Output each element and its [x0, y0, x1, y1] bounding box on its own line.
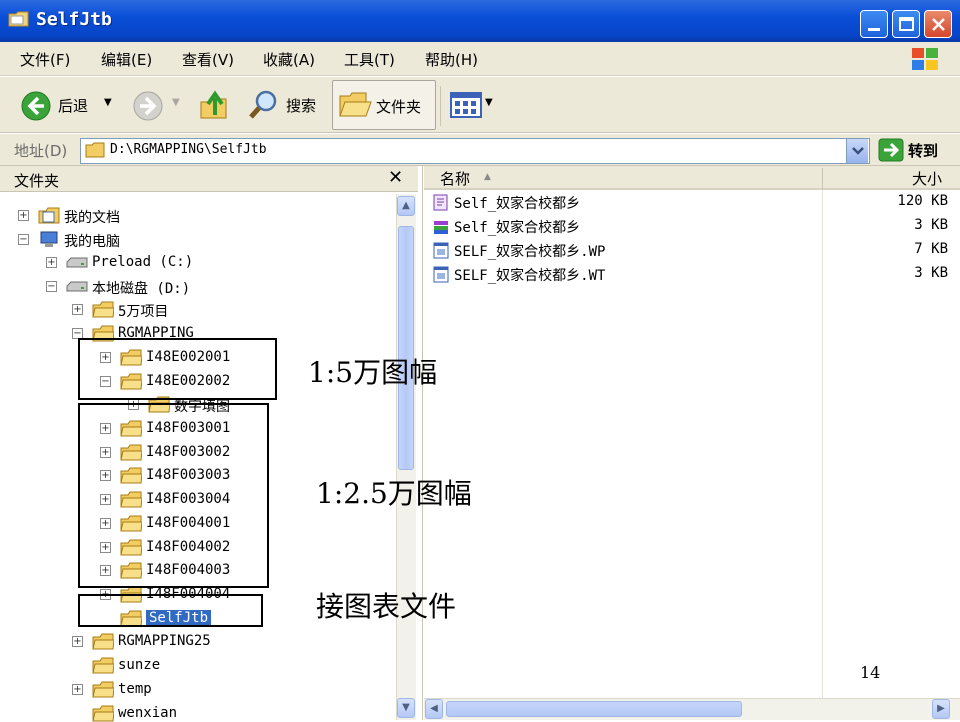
- folders-label: 文件夹: [376, 98, 422, 116]
- collapse-icon[interactable]: −: [46, 281, 57, 292]
- search-button[interactable]: 搜索: [286, 95, 316, 116]
- drive-icon: [66, 257, 88, 268]
- expand-icon[interactable]: +: [46, 257, 57, 268]
- menu-edit[interactable]: 编辑(E): [101, 49, 152, 70]
- file-scroll-thumb[interactable]: [446, 701, 742, 717]
- menu-favorites[interactable]: 收藏(A): [263, 49, 315, 70]
- expand-icon[interactable]: +: [72, 636, 83, 647]
- tree-item-label: wenxian: [118, 705, 178, 721]
- folder-icon: [85, 142, 105, 158]
- collapse-icon[interactable]: −: [18, 234, 29, 245]
- address-value: D:\RGMAPPING\SelfJtb: [110, 142, 267, 157]
- sheet-50k-box: [78, 338, 277, 400]
- folders-icon: [339, 92, 372, 117]
- title-bar[interactable]: [0, 0, 960, 42]
- annotation-index-files: 接图表文件: [316, 590, 457, 623]
- address-label: 地址(D): [14, 142, 68, 160]
- expand-icon[interactable]: +: [72, 304, 83, 315]
- file-size: 3 KB: [914, 217, 948, 233]
- menu-view[interactable]: 查看(V): [182, 49, 234, 70]
- my-documents-icon: [38, 207, 60, 224]
- tree-item-label: 5万项目: [118, 304, 169, 320]
- views-dropdown-icon[interactable]: ▼: [485, 97, 493, 108]
- file-name: Self_奴家合校都乡: [454, 196, 581, 212]
- column-divider[interactable]: [822, 168, 823, 190]
- up-folder-icon[interactable]: [198, 88, 232, 122]
- file-size: 3 KB: [914, 265, 948, 281]
- tree-item-label: Preload (C:): [92, 254, 194, 270]
- drive-icon: [66, 281, 88, 292]
- file-name: SELF_奴家合校都乡.WT: [454, 268, 606, 284]
- scroll-down-icon[interactable]: ▼: [397, 698, 415, 718]
- scroll-left-icon[interactable]: ◀: [425, 699, 443, 719]
- document-icon: [433, 194, 448, 211]
- file-name: SELF_奴家合校都乡.WP: [454, 244, 606, 260]
- menu-file[interactable]: 文件(F): [20, 49, 70, 70]
- folder-icon: [92, 681, 114, 698]
- folder-icon: [92, 657, 114, 674]
- maximize-button[interactable]: [892, 10, 920, 38]
- file-name: Self_奴家合校都乡: [454, 220, 581, 236]
- address-dropdown-button[interactable]: [846, 139, 868, 163]
- tree-item-label: sunze: [118, 657, 161, 673]
- folder-icon: [92, 705, 114, 722]
- tree-item-label: 我的电脑: [64, 234, 120, 250]
- back-dropdown-icon[interactable]: ▼: [104, 97, 112, 108]
- annotation-sheet-50k: 1:5万图幅: [308, 356, 438, 389]
- views-icon[interactable]: [450, 92, 482, 118]
- index-file-box: [78, 594, 263, 627]
- forward-dropdown-icon[interactable]: ▼: [172, 97, 180, 108]
- sheet-25k-box: [78, 403, 269, 588]
- tree-item-label: 本地磁盘 (D:): [92, 281, 191, 297]
- map-file-icon: [433, 242, 449, 259]
- close-button[interactable]: [924, 10, 952, 38]
- file-size: 7 KB: [914, 241, 948, 257]
- page-number: 14: [860, 663, 881, 682]
- expand-icon[interactable]: +: [72, 684, 83, 695]
- go-arrow-icon[interactable]: [878, 138, 904, 162]
- expand-icon[interactable]: +: [18, 210, 29, 221]
- close-icon: [932, 18, 945, 31]
- menu-help[interactable]: 帮助(H): [425, 49, 478, 70]
- scroll-up-icon[interactable]: ▲: [397, 196, 415, 216]
- column-header-name[interactable]: 名称: [440, 168, 470, 189]
- file-list-header: [424, 166, 960, 190]
- folder-pane-title: 文件夹: [14, 172, 60, 190]
- folder-pane-close-icon[interactable]: ✕: [388, 167, 403, 188]
- folder-icon: [92, 633, 114, 650]
- map-file-icon: [433, 266, 449, 283]
- folder-icon: [92, 301, 114, 318]
- windows-logo-icon: [912, 48, 938, 70]
- sort-ascending-icon: ▲: [484, 172, 491, 182]
- annotation-sheet-25k: 1:2.5万图幅: [316, 477, 472, 510]
- folder-icon: [8, 11, 29, 27]
- chevron-down-icon: [852, 147, 864, 155]
- tree-item-label: temp: [118, 681, 152, 697]
- my-computer-icon: [40, 231, 58, 247]
- minimize-button[interactable]: [860, 10, 888, 38]
- menu-tools[interactable]: 工具(T): [344, 49, 395, 70]
- scroll-right-icon[interactable]: ▶: [932, 699, 950, 719]
- column-header-size[interactable]: 大小: [912, 168, 942, 189]
- forward-arrow-icon[interactable]: [132, 90, 164, 122]
- go-button[interactable]: 转到: [908, 140, 938, 161]
- toolbar-separator: [440, 86, 441, 126]
- search-icon[interactable]: [248, 88, 282, 122]
- file-size: 120 KB: [897, 193, 948, 209]
- window-title: SelfJtb: [36, 9, 112, 30]
- tree-item-label: 我的文档: [64, 210, 120, 226]
- tree-item-label: RGMAPPING25: [118, 633, 211, 649]
- back-button[interactable]: 后退: [58, 95, 88, 116]
- back-arrow-icon[interactable]: [20, 90, 52, 122]
- layers-icon: [434, 221, 448, 234]
- folder-pane-header: [0, 166, 418, 192]
- folder-scroll-thumb[interactable]: [398, 226, 414, 470]
